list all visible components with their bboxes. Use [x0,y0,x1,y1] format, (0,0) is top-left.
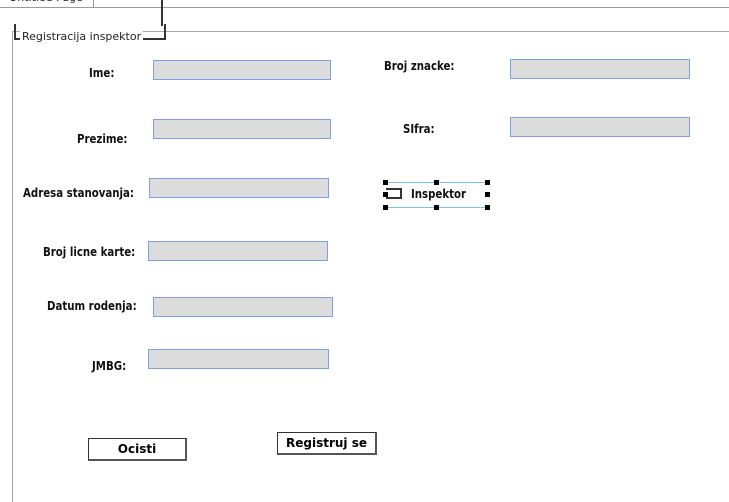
broj-licne-karte-input[interactable] [148,241,328,261]
resize-handle[interactable] [434,205,439,210]
tab-strip-line [92,7,729,8]
ocisti-button[interactable]: Ocisti [88,438,187,461]
sifra-input[interactable] [510,117,690,137]
prezime-input[interactable] [153,119,331,139]
resize-handle[interactable] [383,205,388,210]
bracket-line [161,0,163,26]
label-jmbg: JMBG: [92,359,127,373]
checkbox-icon[interactable] [386,188,402,199]
jmbg-input[interactable] [148,349,329,369]
broj-znacke-input[interactable] [510,59,690,79]
ime-input[interactable] [153,60,331,80]
label-sifra: SIfra: [403,122,435,136]
resize-handle[interactable] [485,180,490,185]
label-broj-znacke: Broj znacke: [384,59,455,73]
label-adresa: Adresa stanovanja: [23,186,135,200]
datum-rodenja-input[interactable] [153,297,333,317]
adresa-input[interactable] [149,178,329,198]
resize-handle[interactable] [485,192,490,197]
inspektor-label: Inspektor [411,187,467,201]
resize-handle[interactable] [485,205,490,210]
resize-handle[interactable] [434,180,439,185]
label-ime: Ime: [89,66,115,80]
resize-handle[interactable] [383,180,388,185]
group-legend: Registracija inspektor [20,30,144,43]
label-broj-licne-karte: Broj licne karte: [43,245,136,259]
tab-untitled-page[interactable]: Untitled Page [0,0,94,8]
label-datum-rodenja: Datum rodenja: [47,299,137,313]
resize-handle[interactable] [383,192,388,197]
registruj-se-button[interactable]: Registruj se [277,432,377,455]
label-prezime: Prezime: [77,132,128,146]
